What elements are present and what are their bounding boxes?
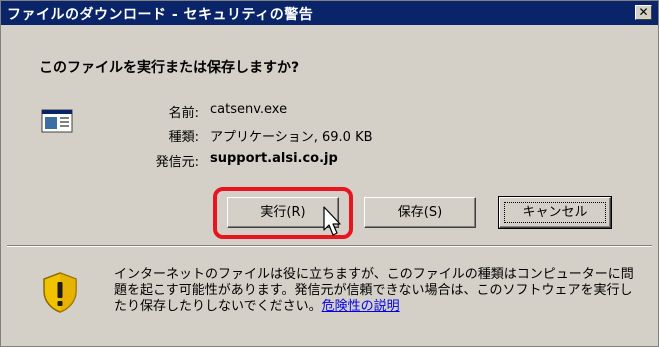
download-question: このファイルを実行または保存しますか?	[39, 60, 300, 76]
title-bar: ファイルのダウンロード - セキュリティの警告 ✕	[1, 1, 658, 25]
cancel-button[interactable]: キャンセル	[498, 196, 612, 229]
mouse-pointer-icon	[323, 206, 341, 236]
security-shield-icon	[43, 272, 77, 313]
focus-rectangle	[504, 202, 606, 223]
save-button[interactable]: 保存(S)	[364, 197, 476, 228]
risk-explanation-link[interactable]: 危険性の説明	[322, 299, 400, 314]
file-type-value: アプリケーション, 69.0 KB	[210, 130, 373, 145]
close-button[interactable]: ✕	[635, 5, 652, 20]
separator	[7, 245, 652, 247]
security-warning-dialog: ファイルのダウンロード - セキュリティの警告 ✕ このファイルを実行または保存…	[0, 0, 659, 347]
security-warning-message: インターネットのファイルは役に立ちますが、このファイルの種類はコンピューターに問…	[114, 267, 634, 315]
source-label: 発信元:	[155, 155, 199, 170]
file-name-value: catsenv.exe	[210, 102, 288, 117]
type-label: 種類:	[168, 130, 199, 145]
source-value: support.alsi.co.jp	[210, 151, 338, 166]
application-file-icon	[41, 109, 73, 133]
window-title: ファイルのダウンロード - セキュリティの警告	[7, 7, 314, 23]
name-label: 名前:	[168, 106, 199, 121]
